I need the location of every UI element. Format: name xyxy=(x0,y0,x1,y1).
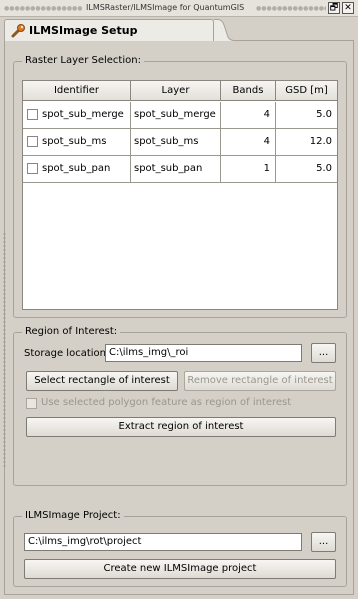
layer-cell: spot_sub_merge xyxy=(131,102,221,129)
region-of-interest-group: Region of Interest: Storage location: C:… xyxy=(13,326,347,486)
titlebar-grip-right: ●●●●●●●●●●●●●●●●●●●●●●●●●●● xyxy=(256,5,326,12)
storage-location-label: Storage location: xyxy=(24,348,110,359)
tab-edge xyxy=(214,19,234,41)
table-row[interactable]: spot_sub_ms spot_sub_ms 4 12.0 xyxy=(23,129,337,156)
close-button[interactable]: ✕ xyxy=(342,2,354,14)
project-group-title: ILMSImage Project: xyxy=(22,510,124,521)
identifier-text: spot_sub_merge xyxy=(42,109,124,120)
gsd-cell: 12.0 xyxy=(309,136,332,147)
use-polygon-checkbox[interactable] xyxy=(26,398,37,409)
create-project-button[interactable]: Create new ILMSImage project xyxy=(24,559,336,579)
identifier-cell[interactable]: spot_sub_pan xyxy=(23,156,131,183)
window-titlebar[interactable]: ●●●●●●●●●●●●●●●●●●●●●●●●●●●●●● ILMSRaste… xyxy=(0,0,358,17)
layer-cell: spot_sub_pan xyxy=(131,156,221,183)
bands-cell: 4 xyxy=(221,102,276,129)
layer-cell: spot_sub_ms xyxy=(131,129,221,156)
window-title: ILMSRaster/ILMSImage for QuantumGIS xyxy=(86,3,245,12)
raster-layer-group: Raster Layer Selection: Identifier Layer… xyxy=(13,55,347,318)
column-header-bands[interactable]: Bands xyxy=(221,81,276,101)
use-polygon-label: Use selected polygon feature as region o… xyxy=(41,397,292,408)
table-header: Identifier Layer Bands GSD [m] xyxy=(23,81,337,101)
column-header-gsd[interactable]: GSD [m] xyxy=(276,81,337,101)
row-checkbox[interactable] xyxy=(27,163,38,174)
roi-group-title: Region of Interest: xyxy=(22,326,121,337)
tab-bar: ILMSImage Setup xyxy=(0,17,358,41)
identifier-cell[interactable]: spot_sub_ms xyxy=(23,129,131,156)
storage-location-input[interactable]: C:\ilms_img\_roi xyxy=(105,344,302,362)
row-checkbox[interactable] xyxy=(27,109,38,120)
extract-roi-button[interactable]: Extract region of interest xyxy=(26,417,336,437)
column-header-identifier[interactable]: Identifier xyxy=(23,81,131,101)
identifier-text: spot_sub_ms xyxy=(42,136,107,147)
project-browse-button[interactable]: ... xyxy=(311,532,336,552)
restore-button[interactable]: 🗗 xyxy=(328,2,340,14)
ilmsimage-project-group: ILMSImage Project: C:\ilms_img\rot\proje… xyxy=(13,510,347,587)
tab-label: ILMSImage Setup xyxy=(29,24,138,37)
bands-cell: 1 xyxy=(221,156,276,183)
wrench-icon xyxy=(11,24,25,38)
table-row[interactable]: spot_sub_pan spot_sub_pan 1 5.0 xyxy=(23,156,337,183)
select-rectangle-button[interactable]: Select rectangle of interest xyxy=(26,371,178,391)
table-row[interactable]: spot_sub_merge spot_sub_merge 4 5.0 xyxy=(23,102,337,129)
tab-ilmsimage-setup[interactable]: ILMSImage Setup xyxy=(4,19,214,41)
titlebar-grip-left: ●●●●●●●●●●●●●●●●●●●●●●●●●●●●●● xyxy=(4,5,82,12)
row-checkbox[interactable] xyxy=(27,136,38,147)
raster-layer-table[interactable]: Identifier Layer Bands GSD [m] spot_sub_… xyxy=(22,80,338,310)
raster-group-title: Raster Layer Selection: xyxy=(22,55,144,66)
remove-rectangle-button[interactable]: Remove rectangle of interest xyxy=(184,371,336,391)
project-path-input[interactable]: C:\ilms_img\rot\project xyxy=(24,533,302,551)
setup-panel: Raster Layer Selection: Identifier Layer… xyxy=(4,41,354,595)
identifier-cell[interactable]: spot_sub_merge xyxy=(23,102,131,129)
gsd-cell: 5.0 xyxy=(316,163,332,174)
column-header-layer[interactable]: Layer xyxy=(131,81,221,101)
storage-browse-button[interactable]: ... xyxy=(311,343,336,363)
bands-cell: 4 xyxy=(221,129,276,156)
gsd-cell: 5.0 xyxy=(316,109,332,120)
dock-resize-grip[interactable] xyxy=(3,232,6,468)
identifier-text: spot_sub_pan xyxy=(42,163,111,174)
